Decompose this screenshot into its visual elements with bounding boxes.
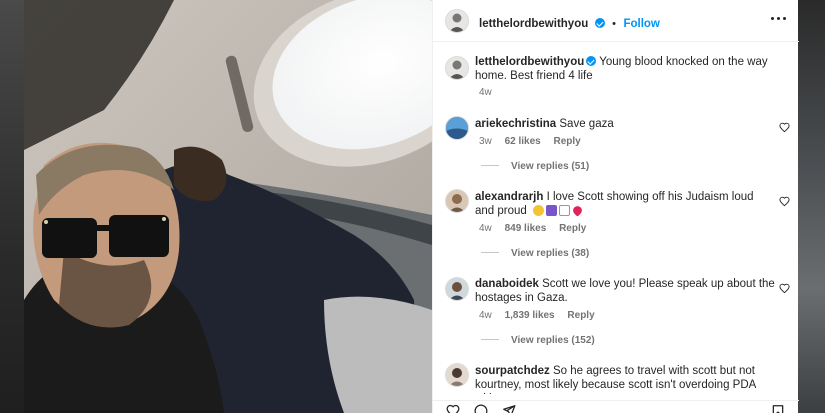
comment-avatar[interactable] bbox=[445, 277, 469, 301]
comment-likes[interactable]: 1,839 likes bbox=[505, 310, 555, 321]
action-bar bbox=[433, 400, 799, 413]
comment-icon[interactable] bbox=[473, 404, 489, 413]
author-username[interactable]: letthelordbewithyou bbox=[479, 18, 588, 30]
comment-username[interactable]: sourpatchdez bbox=[475, 365, 550, 377]
heart-icon[interactable] bbox=[779, 122, 790, 133]
star-of-david-icon bbox=[546, 205, 557, 216]
comment-username[interactable]: ariekechristina bbox=[475, 118, 556, 130]
separator-dot: • bbox=[612, 18, 617, 30]
flag-icon bbox=[559, 205, 570, 216]
comment-text-block: ariekechristina Save gaza bbox=[475, 117, 775, 131]
comment-text-block: danaboidek Scott we love you! Please spe… bbox=[475, 277, 775, 305]
verified-badge-icon bbox=[586, 56, 597, 66]
heart-icon[interactable] bbox=[779, 283, 790, 294]
comment-text-block: alexandrarjh I love Scott showing off hi… bbox=[475, 190, 775, 218]
heart-icon[interactable] bbox=[779, 196, 790, 207]
comment-avatar[interactable] bbox=[445, 363, 469, 387]
comment-avatar[interactable] bbox=[445, 189, 469, 213]
comment-avatar[interactable] bbox=[445, 116, 469, 140]
view-replies-button[interactable]: View replies (38) bbox=[481, 248, 589, 259]
emoji-group bbox=[533, 204, 584, 217]
comment-age: 4w bbox=[479, 310, 492, 321]
reply-button[interactable]: Reply bbox=[567, 310, 594, 321]
backdrop-right bbox=[798, 0, 825, 413]
comment-age: 4w bbox=[479, 223, 492, 234]
backdrop-left bbox=[0, 0, 24, 413]
reply-button[interactable]: Reply bbox=[554, 136, 581, 147]
post-panel: letthelordbewithyou • Follow letthelordb… bbox=[432, 0, 799, 413]
comment-likes[interactable]: 62 likes bbox=[505, 136, 541, 147]
comment-text-block: sourpatchdez So he agrees to travel with… bbox=[475, 364, 775, 394]
verified-badge-icon bbox=[594, 18, 605, 28]
view-replies-button[interactable]: View replies (51) bbox=[481, 161, 589, 172]
reply-button[interactable]: Reply bbox=[559, 223, 586, 234]
comment-username[interactable]: danaboidek bbox=[475, 278, 539, 290]
view-replies-label: View replies (38) bbox=[511, 248, 590, 259]
follow-button[interactable]: Follow bbox=[623, 18, 659, 30]
post-header: letthelordbewithyou • Follow bbox=[433, 0, 799, 42]
caption-username[interactable]: letthelordbewithyou bbox=[475, 56, 584, 68]
author-avatar[interactable] bbox=[445, 9, 469, 33]
caption-avatar[interactable] bbox=[445, 56, 469, 80]
comment-meta: 4w 849 likes Reply bbox=[479, 223, 586, 234]
clapping-hands-icon bbox=[533, 205, 544, 216]
caption: letthelordbewithyou Young blood knocked … bbox=[475, 56, 785, 83]
header-line: letthelordbewithyou • Follow bbox=[479, 14, 660, 32]
red-heart-icon bbox=[571, 204, 584, 217]
share-icon[interactable] bbox=[501, 404, 517, 413]
view-replies-label: View replies (152) bbox=[511, 335, 595, 346]
comment-username[interactable]: alexandrarjh bbox=[475, 191, 543, 203]
comment-text: Save gaza bbox=[559, 118, 614, 130]
comment-meta: 3w 62 likes Reply bbox=[479, 136, 581, 147]
view-replies-button[interactable]: View replies (152) bbox=[481, 335, 595, 346]
heart-icon[interactable] bbox=[445, 404, 461, 413]
more-options-icon[interactable] bbox=[771, 13, 787, 23]
caption-age: 4w bbox=[479, 87, 492, 98]
bookmark-icon[interactable] bbox=[771, 404, 785, 413]
comment-likes[interactable]: 849 likes bbox=[505, 223, 547, 234]
comment-age: 3w bbox=[479, 136, 492, 147]
post-photo bbox=[24, 0, 432, 413]
view-replies-label: View replies (51) bbox=[511, 161, 590, 172]
comment-meta: 4w 1,839 likes Reply bbox=[479, 310, 595, 321]
